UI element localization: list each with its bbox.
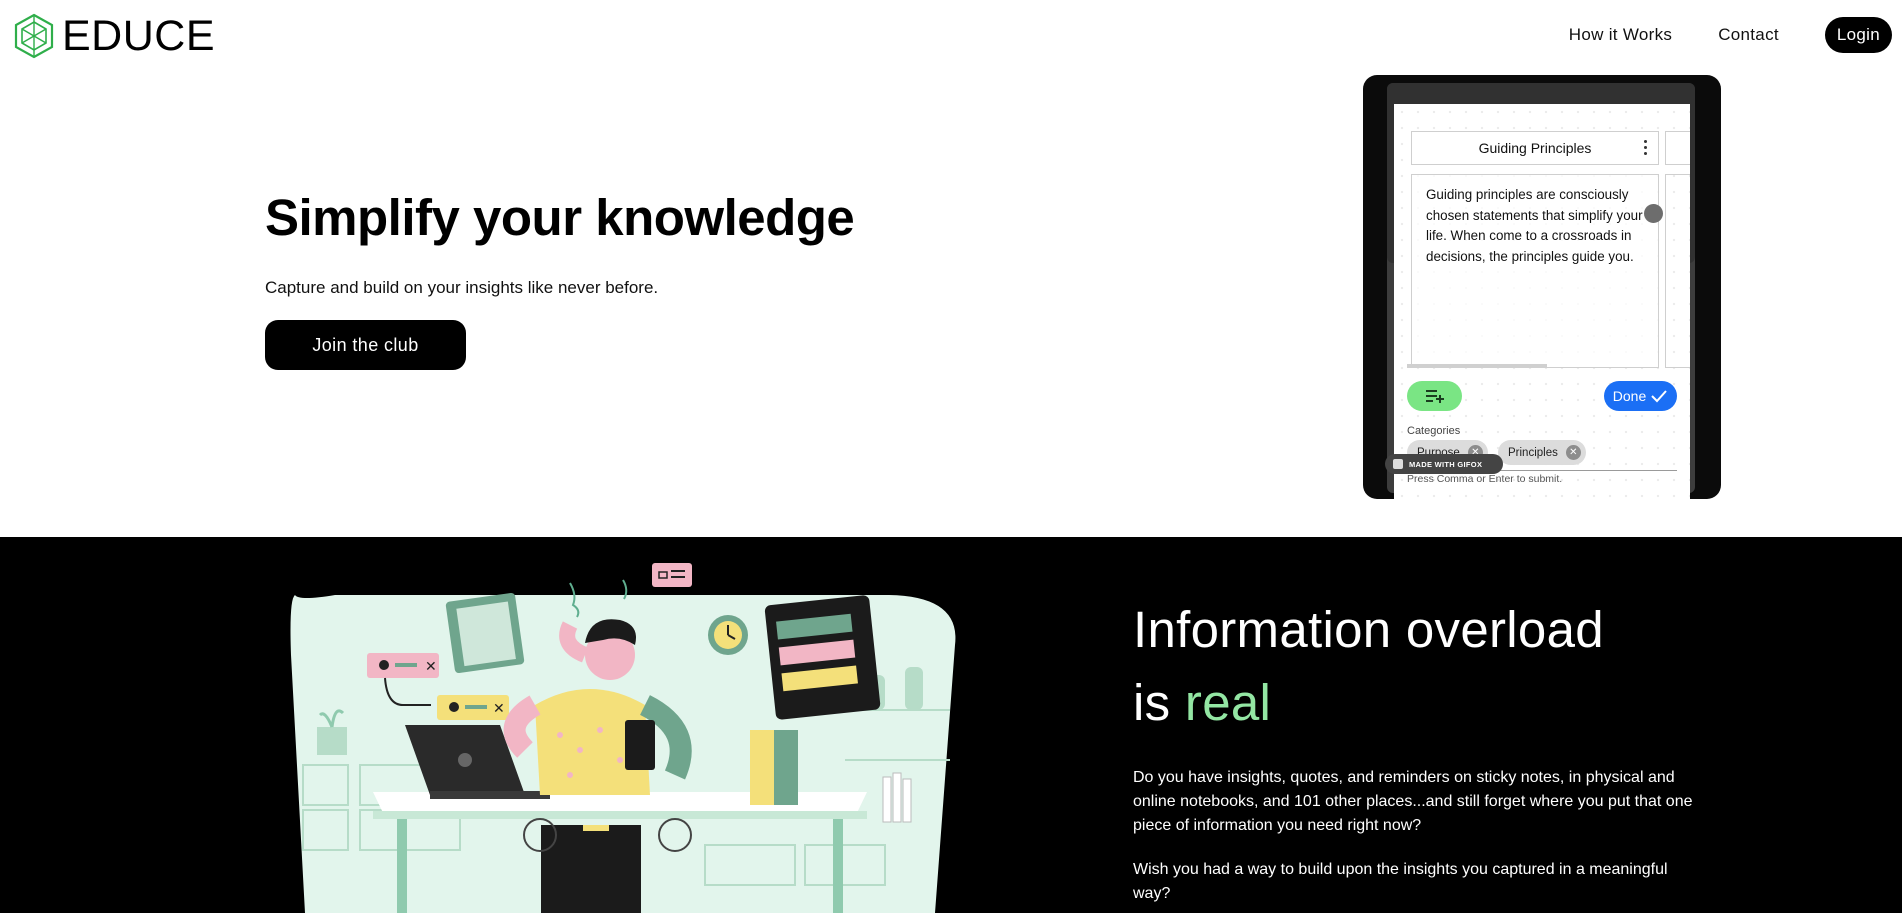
top-nav: How it Works Contact Login [1569,17,1892,53]
brand-logo[interactable]: EDUCE [13,13,215,59]
info-paragraph-1: Do you have insights, quotes, and remind… [1133,769,1693,834]
svg-text:✕: ✕ [493,700,505,716]
scroll-track [1407,364,1547,368]
overwhelmed-person-illustration: ✕ ✕ [290,563,956,913]
info-title-line1: Information overload [1133,601,1604,658]
gifox-icon [1393,459,1403,469]
info-title-accent: real [1184,674,1272,731]
chip-label: Principles [1508,446,1558,459]
svg-text:✕: ✕ [425,658,437,674]
scroll-handle[interactable] [1644,204,1663,223]
note-title: Guiding Principles [1478,140,1592,156]
next-card-body-peek [1665,174,1690,368]
add-list-button[interactable] [1407,381,1462,411]
hero-subtitle: Capture and build on your insights like … [265,278,659,297]
hexagon-logo-icon [14,13,54,59]
checkmark-icon [1651,390,1667,403]
done-label: Done [1612,388,1647,404]
next-card-peek [1665,131,1690,165]
app-demo-phone: Guiding Principles Guiding principles ar… [1363,75,1721,499]
more-options-icon[interactable] [1644,140,1648,156]
category-chip-principles[interactable]: Principles ✕ [1498,440,1586,465]
playlist-add-icon [1425,390,1444,403]
hero-title: Simplify your knowledge [265,189,855,246]
login-button[interactable]: Login [1824,17,1892,53]
gifox-watermark: MADE WITH GIFOX [1385,454,1503,474]
site-header: EDUCE How it Works Contact Login [0,0,1902,75]
note-body[interactable]: Guiding principles are consciously chose… [1411,174,1659,368]
nav-contact[interactable]: Contact [1718,25,1779,45]
remove-chip-icon[interactable]: ✕ [1565,445,1581,460]
info-paragraph-2: Wish you had a way to build upon the ins… [1133,861,1668,902]
info-title: Information overload is real [1133,593,1604,739]
category-hint: Press Comma or Enter to submit. [1407,473,1563,485]
watermark-text: MADE WITH GIFOX [1409,459,1483,469]
note-card: Guiding Principles Guiding principles ar… [1394,104,1690,499]
nav-how-it-works[interactable]: How it Works [1569,25,1672,45]
info-title-is: is [1133,674,1171,731]
info-title-line2: is real [1133,666,1604,739]
brand-name: EDUCE [62,12,216,60]
categories-label: Categories [1407,425,1461,437]
join-club-button[interactable]: Join the club [265,320,466,370]
note-title-field[interactable]: Guiding Principles [1411,131,1659,165]
done-button[interactable]: Done [1604,381,1677,411]
